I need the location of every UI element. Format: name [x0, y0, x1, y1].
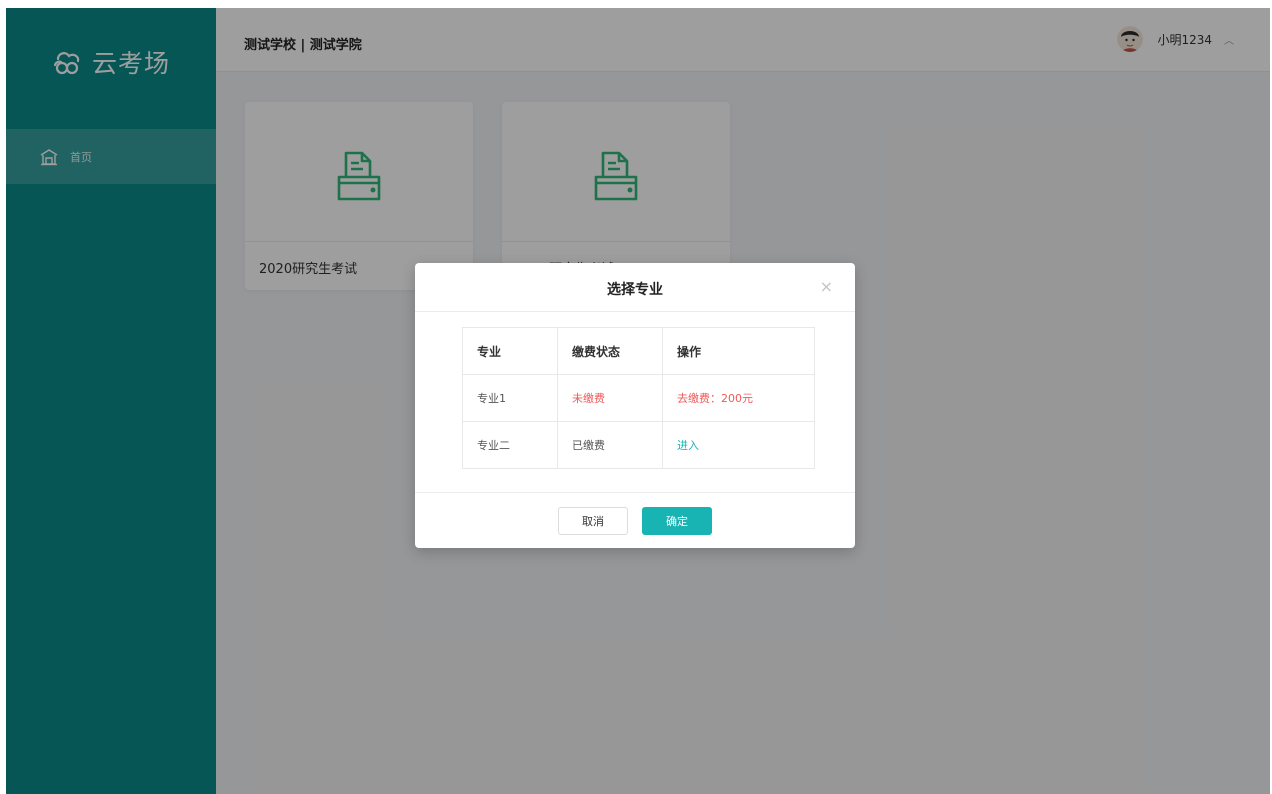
column-header-action: 操作	[662, 327, 815, 375]
enter-link[interactable]: 进入	[662, 421, 815, 469]
app-frame: 云考场 首页 测试学校 | 测试学院 小明1234 ︿ 2020研究生考试 选择…	[6, 8, 1270, 794]
confirm-button[interactable]: 确定	[642, 506, 712, 535]
cancel-button[interactable]: 取消	[558, 506, 628, 535]
column-header-major: 专业	[462, 327, 558, 375]
payment-status-cell: 未缴费	[557, 374, 663, 422]
select-major-dialog: 选择专业 × 专业 缴费状态 操作 专业1 未缴费 去缴费：200元 专业二 已…	[415, 263, 855, 548]
dialog-footer: 取消 确定	[415, 492, 855, 548]
table-row: 专业1 未缴费 去缴费：200元	[462, 374, 815, 422]
major-table: 专业 缴费状态 操作 专业1 未缴费 去缴费：200元 专业二 已缴费 进入	[462, 327, 815, 469]
major-cell: 专业1	[462, 374, 558, 422]
table-header-row: 专业 缴费状态 操作	[462, 327, 815, 375]
dialog-title: 选择专业	[607, 282, 663, 298]
column-header-status: 缴费状态	[557, 327, 663, 375]
major-cell: 专业二	[462, 421, 558, 469]
close-icon[interactable]: ×	[820, 277, 833, 296]
dialog-body: 专业 缴费状态 操作 专业1 未缴费 去缴费：200元 专业二 已缴费 进入	[415, 312, 855, 492]
payment-status-cell: 已缴费	[557, 421, 663, 469]
pay-link[interactable]: 去缴费：200元	[662, 374, 815, 422]
dialog-header: 选择专业 ×	[415, 263, 855, 312]
table-row: 专业二 已缴费 进入	[462, 421, 815, 469]
